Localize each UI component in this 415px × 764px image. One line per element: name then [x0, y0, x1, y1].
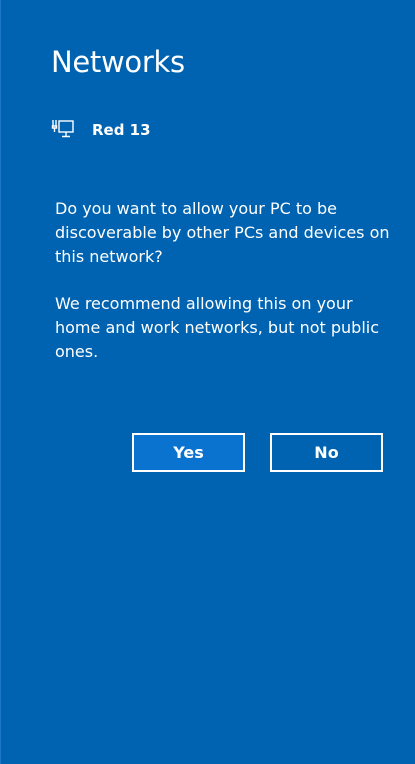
discoverable-question: Do you want to allow your PC to be disco… — [55, 199, 390, 266]
recommendation-text: We recommend allowing this on your home … — [55, 294, 380, 361]
networks-flyout-panel: Networks Red 13 Do you want to allow you… — [0, 0, 415, 764]
no-button[interactable]: No — [270, 433, 383, 472]
yes-button[interactable]: Yes — [132, 433, 245, 472]
page-title: Networks — [51, 45, 185, 79]
ethernet-monitor-icon — [51, 118, 77, 142]
network-row: Red 13 — [51, 116, 151, 144]
network-name: Red 13 — [92, 121, 151, 139]
